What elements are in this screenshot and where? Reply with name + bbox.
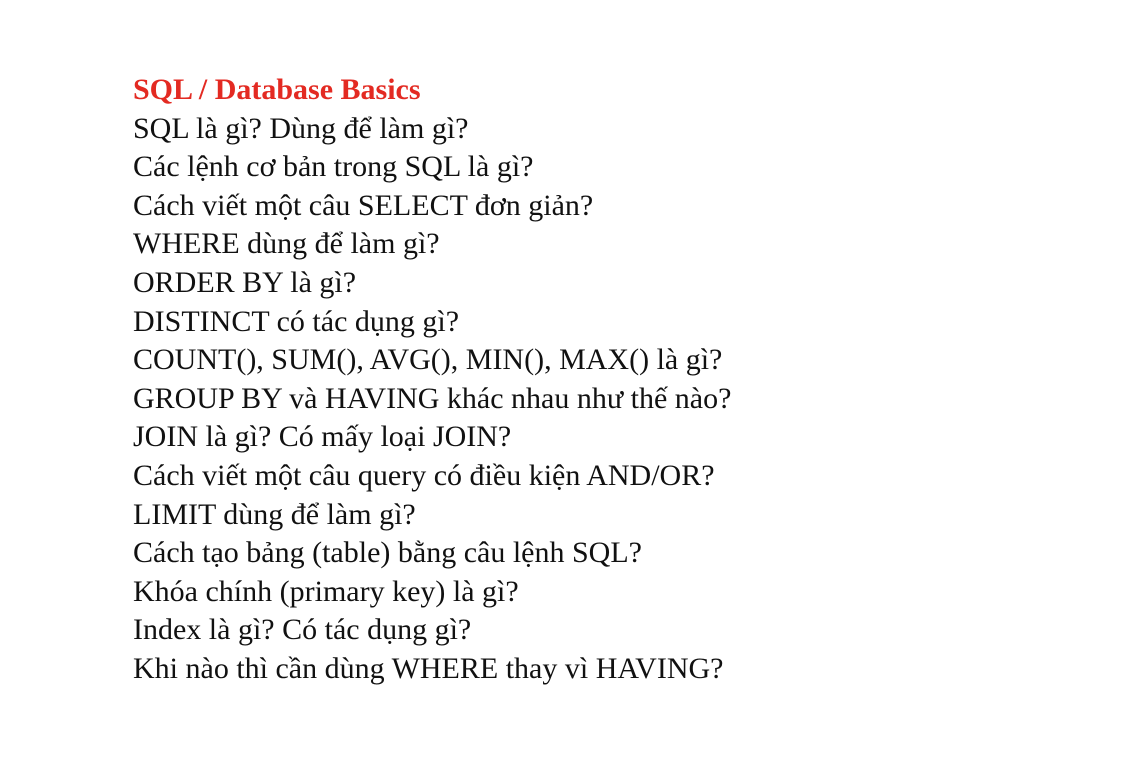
question-list: SQL là gì? Dùng để làm gì? Các lệnh cơ b… xyxy=(133,110,1083,689)
question-item: LIMIT dùng để làm gì? xyxy=(133,497,416,531)
question-item: GROUP BY và HAVING khác nhau như thế nào… xyxy=(133,381,732,415)
question-item: Khóa chính (primary key) là gì? xyxy=(133,574,519,608)
question-item: SQL là gì? Dùng để làm gì? xyxy=(133,111,469,145)
question-item: Khi nào thì cần dùng WHERE thay vì HAVIN… xyxy=(133,651,724,685)
question-item: Cách viết một câu SELECT đơn giản? xyxy=(133,188,594,222)
question-item: Cách tạo bảng (table) bằng câu lệnh SQL? xyxy=(133,536,642,570)
question-item: WHERE dùng để làm gì? xyxy=(133,227,440,261)
question-item: ORDER BY là gì? xyxy=(133,265,357,299)
question-item: DISTINCT có tác dụng gì? xyxy=(133,304,460,338)
document-body: SQL / Database Basics SQL là gì? Dùng để… xyxy=(133,71,1083,689)
question-item: JOIN là gì? Có mấy loại JOIN? xyxy=(133,420,512,454)
question-item: Index là gì? Có tác dụng gì? xyxy=(133,613,472,647)
document-title: SQL / Database Basics xyxy=(133,73,421,106)
question-item: Cách viết một câu query có điều kiện AND… xyxy=(133,458,715,492)
question-item: Các lệnh cơ bản trong SQL là gì? xyxy=(133,150,534,184)
question-item: COUNT(), SUM(), AVG(), MIN(), MAX() là g… xyxy=(133,343,723,377)
